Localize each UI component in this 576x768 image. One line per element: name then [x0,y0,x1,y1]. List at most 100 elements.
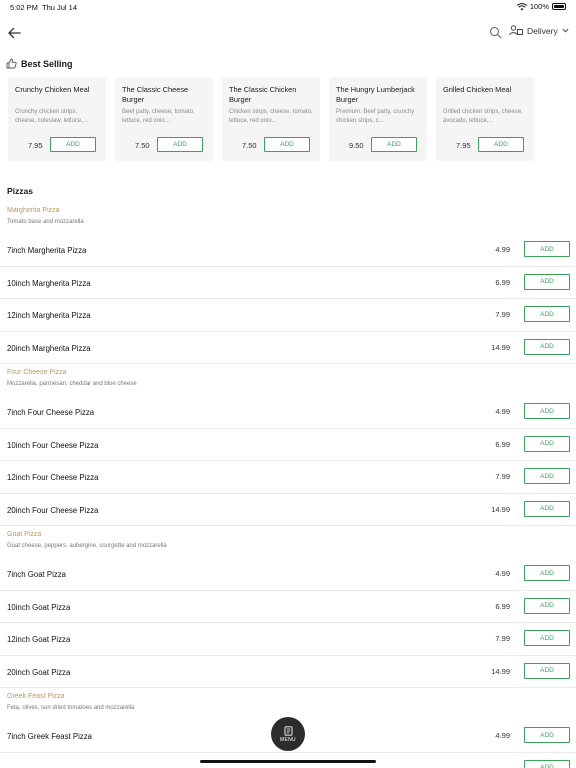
add-button[interactable]: ADD [478,137,524,152]
menu-item-row[interactable]: 12inch Four Cheese Pizza 7.99 ADD [0,461,576,494]
add-button[interactable]: ADD [524,468,570,484]
best-selling-title: Best Selling [21,58,73,69]
menu-item-row[interactable]: 12inch Goat Pizza 7.99 ADD [0,623,576,656]
menu-item-price: 14.99 [491,666,510,676]
menu-item-price: 7.99 [495,472,510,481]
menu-item-row[interactable]: 20inch Four Cheese Pizza 14.99 ADD [0,494,576,526]
wifi-icon [516,2,527,10]
category-description: Goat cheese, peppers, aubergine, courget… [7,543,167,549]
section-title: Pizzas [7,186,33,196]
add-button[interactable]: ADD [524,306,570,322]
menu-item-name: 20inch Margherita Pizza [7,343,91,353]
add-button[interactable]: ADD [524,630,570,646]
category-header: Margherita Pizza Tomato base and mozzarel… [0,202,576,234]
delivery-label: Delivery [527,25,558,36]
best-selling-card[interactable]: Grilled Chicken Meal Grilled chicken stri… [436,77,534,161]
product-name: The Classic Cheese Burger [122,85,189,104]
add-button[interactable]: ADD [524,759,570,768]
menu-item-row[interactable]: 10inch Margherita Pizza 6.99 ADD [0,267,576,299]
product-name: The Classic Chicken Burger [229,85,297,104]
menu-book-icon [284,725,292,736]
best-selling-list: Crunchy Chicken Meal Crunchy chicken stri… [8,77,534,161]
top-nav: Delivery [0,22,576,44]
menu-item-row[interactable]: 20inch Margherita Pizza 14.99 ADD [0,332,576,364]
menu-item-row[interactable]: 20inch Goat Pizza 14.99 ADD [0,656,576,688]
add-button[interactable]: ADD [524,435,570,452]
menu-item-price: 6.99 [495,277,510,287]
search-icon[interactable] [489,26,502,39]
best-selling-header: Best Selling [6,58,73,69]
category-header: Greek Feast Pizza Feta, olives, sun dried… [0,688,576,720]
status-bar: 5:02 PM Thu Jul 14 100% [0,0,576,16]
add-button[interactable]: ADD [524,565,570,581]
best-selling-card[interactable]: The Classic Chicken Burger Chicken strips… [222,77,320,161]
product-price: 7.95 [28,141,43,150]
product-description: Chicken strips, cheese, tomato, lettuce,… [229,109,313,124]
add-button[interactable]: ADD [524,338,570,355]
menu-item-price: 4.99 [495,731,510,740]
menu-item-name: 12inch Goat Pizza [7,635,71,644]
status-time: 5:02 PM [10,3,38,12]
menu-button[interactable]: MENU [271,717,305,751]
menu-item-name: 20inch Four Cheese Pizza [7,505,99,515]
add-button[interactable]: ADD [371,137,417,152]
menu-item-row[interactable]: 10inch Goat Pizza 6.99 ADD [0,591,576,623]
add-button[interactable]: ADD [264,137,310,152]
product-price: 7.50 [135,141,150,150]
menu-item-name: 7inch Greek Feast Pizza [7,732,92,741]
add-button[interactable]: ADD [524,727,570,743]
menu-item-name: 7inch Goat Pizza [7,570,66,579]
product-price: 9.50 [349,141,364,150]
menu-item-price: 4.99 [495,245,510,254]
menu-item-price: 4.99 [495,407,510,416]
delivery-selector[interactable]: Delivery [509,25,569,36]
product-description: Beef patty, cheese, tomato, lettuce, red… [122,109,195,124]
menu-item-row[interactable]: 7inch Four Cheese Pizza 4.99 ADD [0,396,576,429]
menu-item-row[interactable]: 7inch Margherita Pizza 4.99 ADD [0,234,576,267]
product-name: Crunchy Chicken Meal [15,85,90,94]
back-arrow-icon[interactable] [6,25,22,41]
menu-item-price: 4.99 [495,569,510,578]
menu-list: Margherita Pizza Tomato base and mozzarel… [0,202,576,768]
menu-item-price: 7.99 [495,310,510,319]
battery-percent: 100% [529,2,549,11]
product-description: Grilled chicken strips, cheese, avocado,… [443,109,523,124]
category-description: Mozzarella, parmesan, cheddar and blue c… [7,381,137,387]
best-selling-card[interactable]: Crunchy Chicken Meal Crunchy chicken stri… [8,77,106,161]
menu-item-name: 10inch Four Cheese Pizza [7,440,99,450]
menu-item-price: 14.99 [491,342,510,352]
category-name: Goat Pizza [7,531,42,538]
add-button[interactable]: ADD [524,403,570,419]
delivery-icon [509,25,523,36]
menu-item-name: 7inch Margherita Pizza [7,246,87,255]
product-name: The Hungry Lumberjack Burger [336,85,415,104]
menu-item-row[interactable]: 12inch Margherita Pizza 7.99 ADD [0,299,576,332]
add-button[interactable]: ADD [524,273,570,290]
menu-item-name: 12inch Margherita Pizza [7,311,91,320]
home-indicator [200,760,376,763]
menu-item-name: 12inch Four Cheese Pizza [7,473,99,482]
category-header: Four Cheese Pizza Mozzarella, parmesan, c… [0,364,576,396]
add-button[interactable]: ADD [524,662,570,679]
best-selling-card[interactable]: The Classic Cheese Burger Beef patty, che… [115,77,213,161]
add-button[interactable]: ADD [50,137,96,152]
menu-item-price: 7.99 [495,634,510,643]
chevron-down-icon [562,28,569,33]
add-button[interactable]: ADD [524,597,570,614]
status-right: 100% [516,2,566,11]
category-description: Feta, olives, sun dried tomatoes and moz… [7,705,135,711]
menu-item-price: 6.99 [495,439,510,449]
battery-icon [552,3,566,10]
menu-item-row[interactable]: 7inch Goat Pizza 4.99 ADD [0,558,576,591]
best-selling-card[interactable]: The Hungry Lumberjack Burger Premium. Bee… [329,77,427,161]
add-button[interactable]: ADD [157,137,203,152]
menu-item-price: 14.99 [491,504,510,514]
category-name: Greek Feast Pizza [7,693,65,700]
menu-item-name: 10inch Margherita Pizza [7,278,91,288]
category-description: Tomato base and mozzarella [7,219,84,225]
category-name: Margherita Pizza [7,207,60,214]
menu-item-row[interactable]: 10inch Four Cheese Pizza 6.99 ADD [0,429,576,461]
product-price: 7.95 [456,141,471,150]
add-button[interactable]: ADD [524,500,570,517]
add-button[interactable]: ADD [524,241,570,257]
